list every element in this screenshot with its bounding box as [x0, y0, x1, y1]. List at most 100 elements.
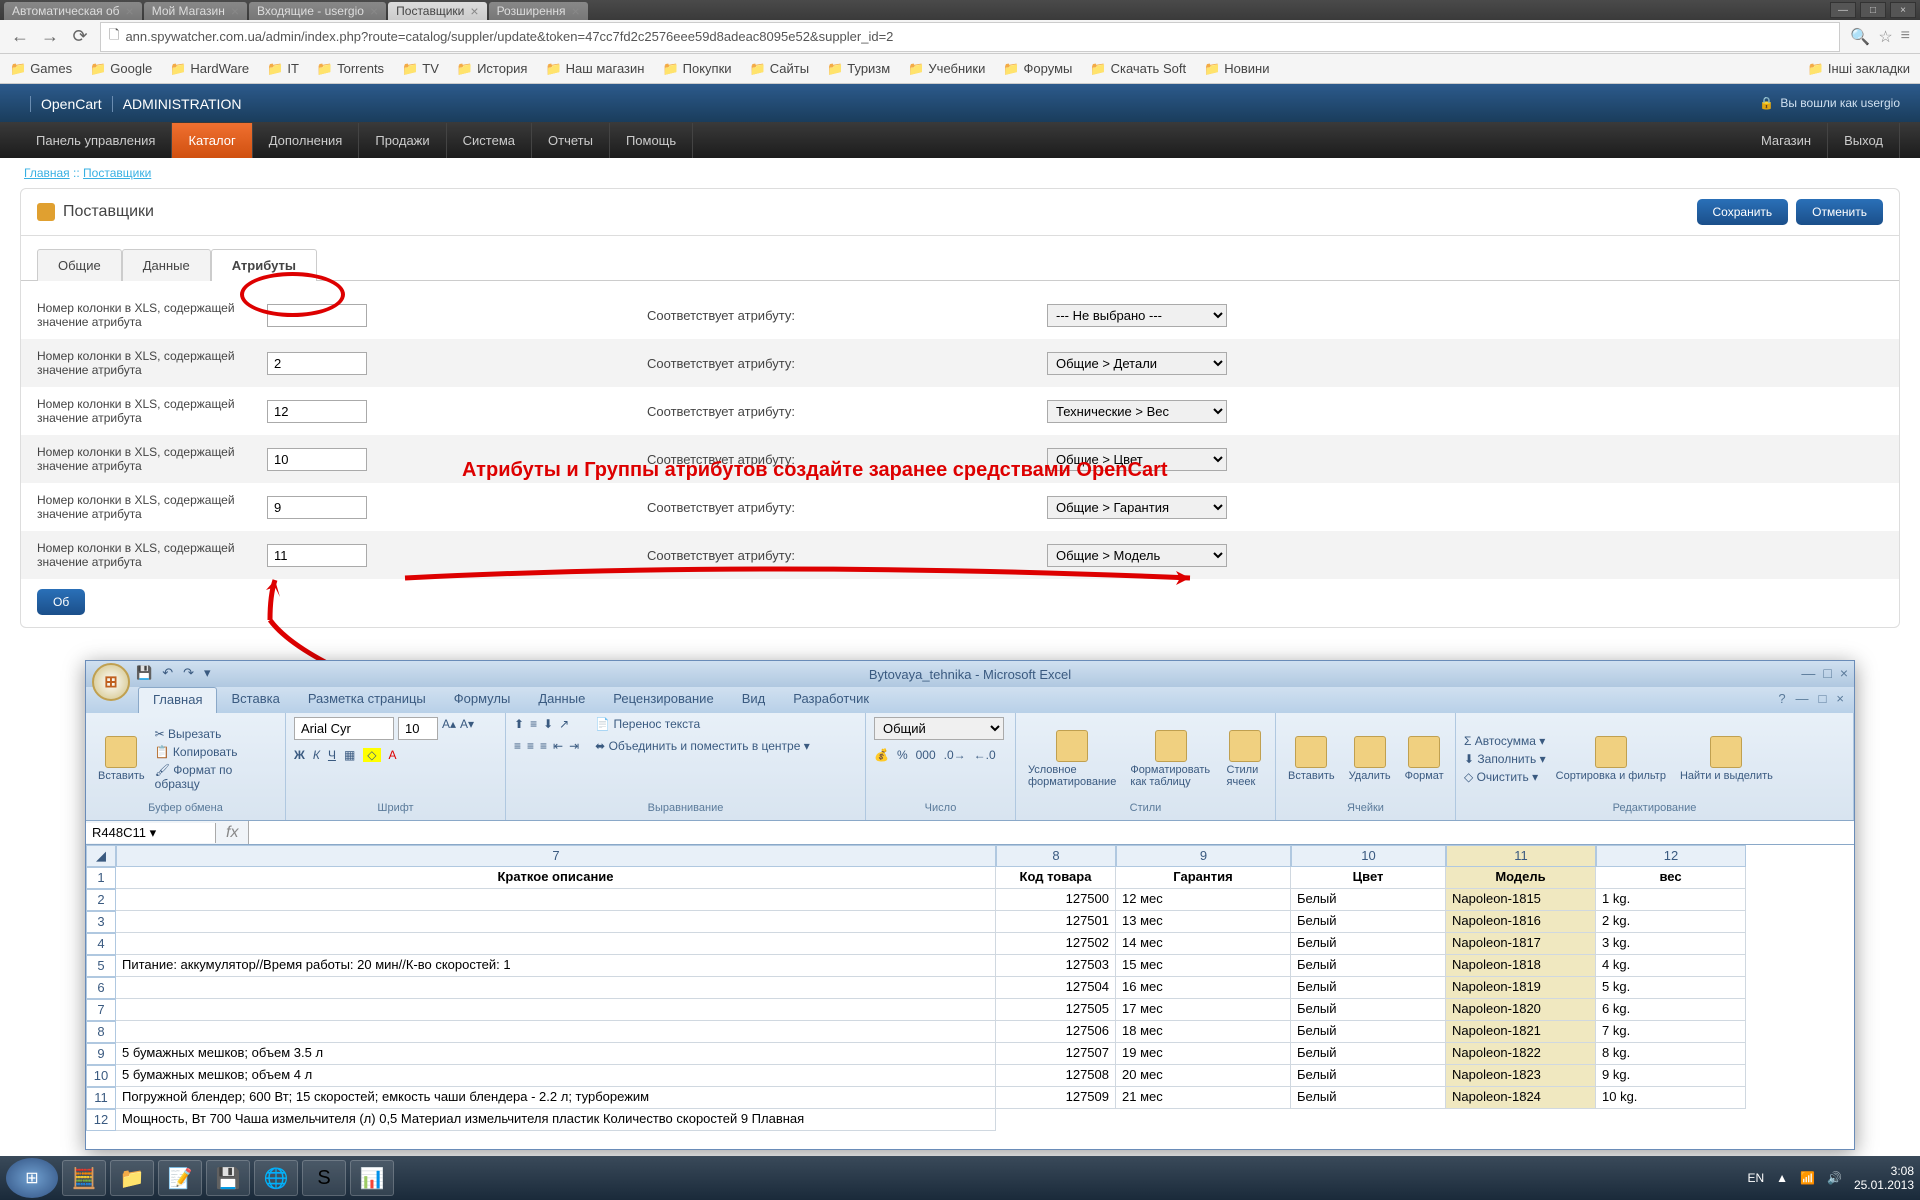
data-cell[interactable]: Napoleon-1823 — [1446, 1065, 1596, 1087]
data-cell[interactable]: 2 kg. — [1596, 911, 1746, 933]
data-cell[interactable]: 14 мес — [1116, 933, 1291, 955]
bookmark-folder[interactable]: 📁Туризм — [827, 61, 890, 77]
format-table-button[interactable]: Форматировать как таблицу — [1126, 726, 1216, 792]
data-cell[interactable]: Белый — [1291, 955, 1446, 977]
attribute-select[interactable]: Общие > Гарантия — [1047, 496, 1227, 519]
data-cell[interactable]: Белый — [1291, 1043, 1446, 1065]
attribute-select[interactable]: Общие > Детали — [1047, 352, 1227, 375]
task-skype[interactable]: S — [302, 1160, 346, 1196]
row-header[interactable]: 1 — [86, 867, 116, 889]
select-all-cell[interactable]: ◢ — [86, 845, 116, 867]
autosum-button[interactable]: Σ Автосумма ▾ — [1464, 734, 1546, 748]
close-icon[interactable]: × — [231, 3, 239, 19]
row-header[interactable]: 3 — [86, 911, 116, 933]
browser-tab[interactable]: Розширення× — [489, 2, 588, 20]
nav-reports[interactable]: Отчеты — [532, 123, 610, 158]
reload-button[interactable]: ⟳ — [70, 27, 90, 47]
nav-dashboard[interactable]: Панель управления — [20, 123, 172, 158]
column-number-input[interactable] — [267, 544, 367, 567]
merge-button[interactable]: ⬌ Объединить и поместить в центре ▾ — [595, 739, 810, 753]
star-icon[interactable]: ☆ — [1878, 27, 1892, 47]
fx-icon[interactable]: fx — [216, 824, 248, 842]
browser-tab-active[interactable]: Поставщики× — [388, 2, 486, 20]
browser-tab[interactable]: Автоматическая об× — [4, 2, 142, 20]
tray-lang[interactable]: EN — [1747, 1171, 1764, 1185]
find-button[interactable]: Найти и выделить — [1676, 732, 1777, 786]
decimal-increase-icon[interactable]: .0→ — [944, 748, 966, 762]
help-icon[interactable]: ? — [1778, 691, 1785, 709]
redo-icon[interactable]: ↷ — [183, 665, 194, 681]
percent-icon[interactable]: % — [897, 748, 908, 762]
bookmark-folder[interactable]: 📁Наш магазин — [545, 61, 644, 77]
data-cell[interactable]: Napoleon-1817 — [1446, 933, 1596, 955]
close-icon[interactable]: × — [126, 3, 134, 19]
data-cell[interactable]: Napoleon-1821 — [1446, 1021, 1596, 1043]
nav-logout[interactable]: Выход — [1828, 123, 1900, 158]
bookmark-folder[interactable]: 📁IT — [267, 61, 299, 77]
data-cell[interactable]: 21 мес — [1116, 1087, 1291, 1109]
align-bottom-icon[interactable]: ⬇ — [543, 717, 553, 731]
tray-clock[interactable]: 3:08 25.01.2013 — [1854, 1164, 1914, 1193]
align-middle-icon[interactable]: ≡ — [530, 717, 537, 731]
fill-button[interactable]: ⬇ Заполнить ▾ — [1464, 752, 1546, 766]
row-header[interactable]: 9 — [86, 1043, 116, 1065]
name-box[interactable]: R448C11 ▾ — [86, 823, 216, 843]
header-cell[interactable]: Краткое описание — [116, 867, 996, 889]
data-cell[interactable]: 127501 — [996, 911, 1116, 933]
comma-icon[interactable]: 000 — [916, 748, 936, 762]
copy-button[interactable]: 📋 Копировать — [155, 745, 277, 759]
cond-format-button[interactable]: Условное форматирование — [1024, 726, 1120, 792]
data-cell[interactable]: 10 kg. — [1596, 1087, 1746, 1109]
row-header[interactable]: 5 — [86, 955, 116, 977]
data-cell[interactable] — [116, 933, 996, 955]
close-icon[interactable]: × — [370, 3, 378, 19]
ribbon-tab-formulas[interactable]: Формулы — [440, 687, 525, 713]
data-cell[interactable]: 127504 — [996, 977, 1116, 999]
italic-button[interactable]: К — [313, 748, 320, 762]
increase-font-icon[interactable]: A▴ — [442, 717, 456, 740]
close-icon[interactable]: × — [572, 3, 580, 19]
font-color-button[interactable]: A — [389, 748, 397, 762]
tab-data[interactable]: Данные — [122, 249, 211, 281]
align-top-icon[interactable]: ⬆ — [514, 717, 524, 731]
bookmark-folder[interactable]: 📁Скачать Soft — [1090, 61, 1186, 77]
row-header[interactable]: 6 — [86, 977, 116, 999]
data-cell[interactable]: 127503 — [996, 955, 1116, 977]
data-cell[interactable]: Napoleon-1820 — [1446, 999, 1596, 1021]
data-cell[interactable]: 127506 — [996, 1021, 1116, 1043]
cancel-button[interactable]: Отменить — [1796, 199, 1883, 225]
column-number-input[interactable] — [267, 352, 367, 375]
ribbon-tab-home[interactable]: Главная — [138, 687, 217, 713]
data-cell[interactable]: 3 kg. — [1596, 933, 1746, 955]
task-calculator[interactable]: 🧮 — [62, 1160, 106, 1196]
column-number-input[interactable] — [267, 400, 367, 423]
doc-restore[interactable]: □ — [1819, 691, 1827, 709]
data-cell[interactable]: 15 мес — [1116, 955, 1291, 977]
breadcrumb-link[interactable]: Поставщики — [83, 166, 151, 180]
indent-increase-icon[interactable]: ⇥ — [569, 739, 579, 753]
format-painter-button[interactable]: 🖌 Формат по образцу — [155, 763, 277, 791]
undo-icon[interactable]: ↶ — [162, 665, 173, 681]
ribbon-tab-review[interactable]: Рецензирование — [599, 687, 727, 713]
attribute-select[interactable]: Общие > Цвет — [1047, 448, 1227, 471]
underline-button[interactable]: Ч — [328, 748, 336, 762]
decimal-decrease-icon[interactable]: ←.0 — [974, 748, 996, 762]
number-format-select[interactable]: Общий — [874, 717, 1004, 740]
data-cell[interactable]: Белый — [1291, 1087, 1446, 1109]
bold-button[interactable]: Ж — [294, 748, 305, 762]
sort-button[interactable]: Сортировка и фильтр — [1552, 732, 1670, 786]
align-left-icon[interactable]: ≡ — [514, 739, 521, 753]
insert-button[interactable]: Вставить — [1284, 732, 1339, 786]
excel-minimize[interactable]: — — [1801, 665, 1815, 681]
data-cell[interactable]: Napoleon-1818 — [1446, 955, 1596, 977]
ribbon-tab-insert[interactable]: Вставка — [217, 687, 293, 713]
data-cell[interactable]: 17 мес — [1116, 999, 1291, 1021]
column-number-input[interactable] — [267, 496, 367, 519]
wrap-text-button[interactable]: 📄 Перенос текста — [595, 717, 700, 731]
data-cell[interactable]: Napoleon-1816 — [1446, 911, 1596, 933]
doc-minimize[interactable]: — — [1796, 691, 1809, 709]
attribute-select[interactable]: Общие > Модель — [1047, 544, 1227, 567]
column-header[interactable]: 12 — [1596, 845, 1746, 867]
column-number-input[interactable] — [267, 304, 367, 327]
data-cell[interactable]: Белый — [1291, 977, 1446, 999]
